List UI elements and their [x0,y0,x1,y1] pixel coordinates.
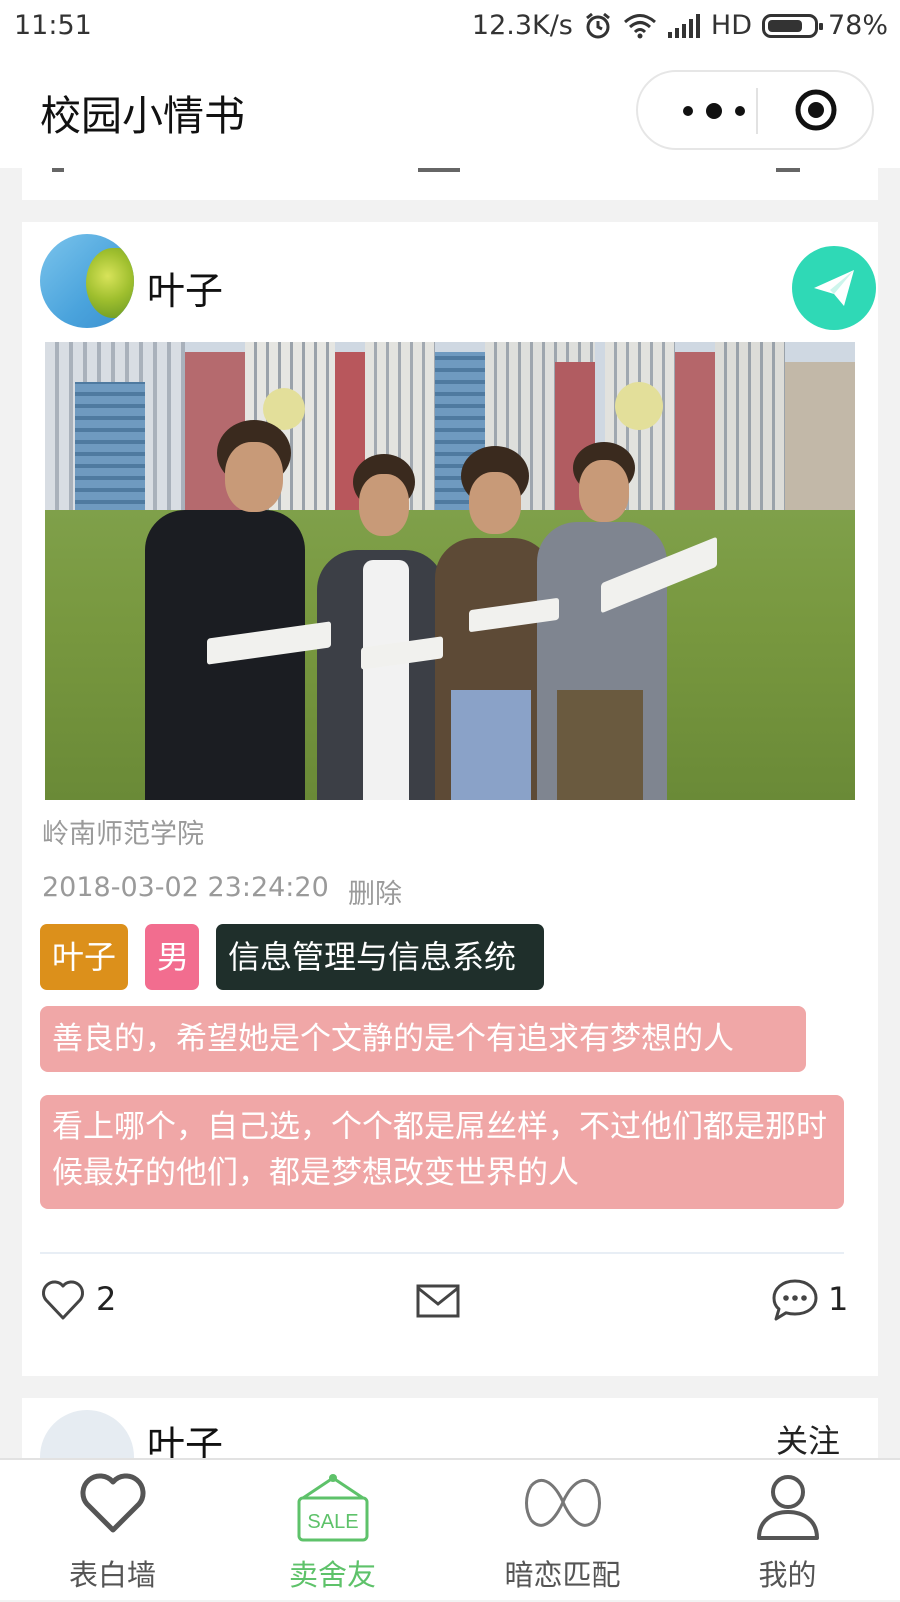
tag-gender: 男 [145,924,199,990]
prev-comment-icon-edge [776,168,800,172]
post-photo[interactable] [45,342,855,800]
alarm-icon [585,12,610,38]
tab-mine[interactable]: 我的 [675,1460,900,1602]
next-username[interactable]: 叶子 [147,1414,223,1458]
comment-icon[interactable] [770,1277,820,1323]
status-time: 11:51 [14,10,92,41]
next-avatar[interactable] [40,1410,134,1458]
description-bubble: 善良的，希望她是个文静的是个有追求有梦想的人 [40,1006,806,1072]
sale-sign-icon: SALE [297,1474,368,1542]
svg-text:SALE: SALE [307,1511,358,1533]
tab-sell-roommate[interactable]: SALE 卖舍友 [220,1460,445,1602]
paper-plane-icon [814,270,854,306]
menu-capsule [636,70,874,150]
status-right: 12.3K/s HD 78% [472,10,888,41]
comment-bubble: 看上哪个，自己选，个个都是屌丝样，不过他们都是那时候最好的他们，都是梦想改变世界… [40,1095,844,1209]
photo-person [557,690,643,800]
wifi-icon [623,13,656,38]
photo-person [451,690,531,800]
tab-confession-wall[interactable]: 表白墙 [0,1460,225,1602]
tab-label: 暗恋匹配 [504,1558,621,1592]
photo-building [785,362,855,512]
photo-building [75,382,145,512]
tab-label: 卖舍友 [288,1558,376,1592]
tag-major: 信息管理与信息系统 [216,924,544,990]
post-timestamp: 2018-03-02 23:24:20 [42,872,329,903]
send-button[interactable] [792,246,876,330]
tab-label: 表白墙 [68,1558,156,1592]
photo-person-face [469,472,521,534]
photo-building [675,352,715,512]
tab-crush-match[interactable]: 暗恋匹配 [450,1460,675,1602]
next-post-card: 叶子 关注 [22,1398,878,1458]
card-divider [40,1252,844,1254]
post-username[interactable]: 叶子 [147,260,223,315]
prev-like-icon-edge [52,168,64,172]
status-bar: 11:51 12.3K/s HD 78% [0,0,900,52]
ribbon-icon [524,1478,601,1527]
photo-person-face [359,474,409,536]
photo-person-face [225,442,283,512]
photo-building [615,382,663,430]
tab-label: 我的 [758,1558,817,1592]
like-count: 2 [96,1280,117,1318]
heart-icon[interactable] [40,1277,86,1323]
more-dots-icon[interactable] [674,98,754,124]
post-card: 叶子 岭南师范学院 2018-03-02 23:24:20 删除 叶子 男 信息… [22,222,878,1376]
prev-mail-icon-edge [418,168,460,172]
network-type: HD [710,10,752,41]
comment-count: 1 [828,1280,849,1318]
previous-post-card [22,168,878,200]
avatar[interactable] [40,234,134,328]
mail-icon[interactable] [415,1280,461,1320]
person-icon [756,1475,819,1540]
photo-person-face [579,460,629,522]
follow-button[interactable]: 关注 [776,1416,840,1458]
signal-icon [667,13,700,38]
capsule-divider [756,88,758,134]
net-speed: 12.3K/s [471,10,573,41]
photo-building [715,342,785,512]
tag-name: 叶子 [40,924,128,990]
heart-icon [80,1473,145,1533]
tab-bar: 表白墙 SALE 卖舍友 暗恋匹配 我的 [0,1458,900,1600]
delete-link[interactable]: 删除 [348,872,402,911]
battery-icon [761,13,823,38]
school-name: 岭南师范学院 [42,819,204,850]
nav-bar: 校园小情书 [0,52,900,168]
avatar-tree-image [86,248,134,318]
photo-person [363,560,409,800]
battery-level: 78% [827,10,888,41]
target-circle-icon[interactable] [794,88,838,132]
page-title: 校园小情书 [40,92,245,140]
